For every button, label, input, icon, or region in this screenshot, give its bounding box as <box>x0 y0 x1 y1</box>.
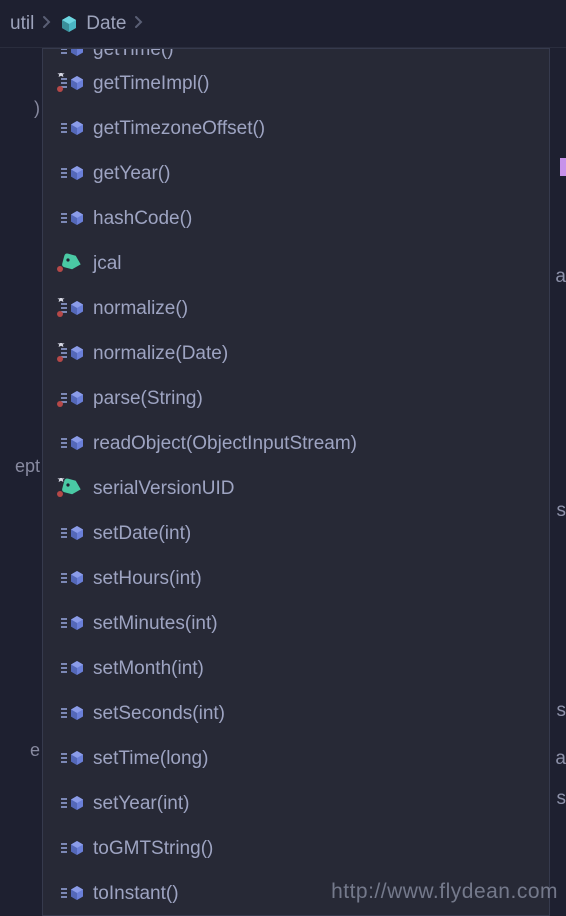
method-icon <box>57 658 83 680</box>
indicator-bar <box>560 158 566 176</box>
method-icon <box>57 73 83 95</box>
method-icon <box>57 523 83 545</box>
chevron-right-icon <box>42 13 52 34</box>
list-item[interactable]: getTime() <box>43 48 549 61</box>
editor-partial-text: ) <box>34 98 40 119</box>
method-icon <box>57 163 83 185</box>
chevron-right-icon <box>134 13 144 34</box>
editor-partial-text: s <box>557 500 566 522</box>
list-item[interactable]: toGMTString() <box>43 826 549 871</box>
method-icon <box>57 748 83 770</box>
list-item-label: setHours(int) <box>93 568 202 590</box>
list-item[interactable]: setMinutes(int) <box>43 601 549 646</box>
list-item[interactable]: getYear() <box>43 151 549 196</box>
list-item[interactable]: getTimeImpl() <box>43 61 549 106</box>
list-item-label: setMonth(int) <box>93 658 204 680</box>
list-item-label: setDate(int) <box>93 523 191 545</box>
method-icon <box>57 48 83 61</box>
list-item[interactable]: normalize(Date) <box>43 331 549 376</box>
list-item-label: setTime(long) <box>93 748 208 770</box>
method-icon <box>57 703 83 725</box>
breadcrumb-label: util <box>10 13 34 35</box>
editor-partial-text: a <box>555 748 566 770</box>
breadcrumb-label: Date <box>86 13 126 35</box>
list-item-label: getTimezoneOffset() <box>93 118 265 140</box>
method-icon <box>57 568 83 590</box>
list-item-label: getTime() <box>93 48 174 61</box>
method-icon <box>57 388 83 410</box>
list-item-label: hashCode() <box>93 208 192 230</box>
editor-partial-text: e <box>30 740 40 761</box>
editor-partial-text: s <box>557 700 566 722</box>
list-item-label: jcal <box>93 253 122 275</box>
breadcrumb: util Date <box>0 0 566 48</box>
list-item-label: normalize() <box>93 298 188 320</box>
list-item[interactable]: hashCode() <box>43 196 549 241</box>
list-item[interactable]: setMonth(int) <box>43 646 549 691</box>
method-icon <box>57 208 83 230</box>
list-item-label: setSeconds(int) <box>93 703 225 725</box>
editor-right-column: a s s a s <box>552 48 566 916</box>
field-tag-icon <box>57 253 83 275</box>
method-icon <box>57 343 83 365</box>
method-icon <box>57 613 83 635</box>
list-item-label: readObject(ObjectInputStream) <box>93 433 357 455</box>
editor-partial-text: a <box>555 266 566 288</box>
breadcrumb-seg-util[interactable]: util <box>10 13 34 35</box>
method-icon <box>57 838 83 860</box>
watermark-text: http://www.flydean.com <box>331 880 558 904</box>
method-icon <box>57 118 83 140</box>
breadcrumb-seg-date[interactable]: Date <box>60 13 126 35</box>
list-item[interactable]: setSeconds(int) <box>43 691 549 736</box>
editor-left-column: ) ept e <box>0 48 42 916</box>
list-item[interactable]: jcal <box>43 241 549 286</box>
list-item-label: setMinutes(int) <box>93 613 218 635</box>
method-icon <box>57 433 83 455</box>
list-item[interactable]: setYear(int) <box>43 781 549 826</box>
class-icon <box>60 15 78 33</box>
structure-dropdown[interactable]: getTime() getTimeImpl() getTimezoneOffse… <box>42 48 550 916</box>
list-item[interactable]: serialVersionUID <box>43 466 549 511</box>
list-item-label: getYear() <box>93 163 170 185</box>
list-item[interactable]: normalize() <box>43 286 549 331</box>
method-icon <box>57 793 83 815</box>
list-item[interactable]: setTime(long) <box>43 736 549 781</box>
list-item[interactable]: parse(String) <box>43 376 549 421</box>
list-item-label: parse(String) <box>93 388 203 410</box>
list-item[interactable]: getTimezoneOffset() <box>43 106 549 151</box>
list-item-label: getTimeImpl() <box>93 73 209 95</box>
method-icon <box>57 298 83 320</box>
editor-partial-text: s <box>557 788 566 810</box>
editor-partial-text: ept <box>15 456 40 477</box>
list-item[interactable]: setHours(int) <box>43 556 549 601</box>
list-item-label: toInstant() <box>93 883 179 905</box>
list-item-label: toGMTString() <box>93 838 213 860</box>
list-item-label: normalize(Date) <box>93 343 228 365</box>
list-item[interactable]: setDate(int) <box>43 511 549 556</box>
method-icon <box>57 883 83 905</box>
list-item-label: setYear(int) <box>93 793 189 815</box>
list-item[interactable]: readObject(ObjectInputStream) <box>43 421 549 466</box>
field-tag-icon <box>57 478 83 500</box>
list-item-label: serialVersionUID <box>93 478 235 500</box>
